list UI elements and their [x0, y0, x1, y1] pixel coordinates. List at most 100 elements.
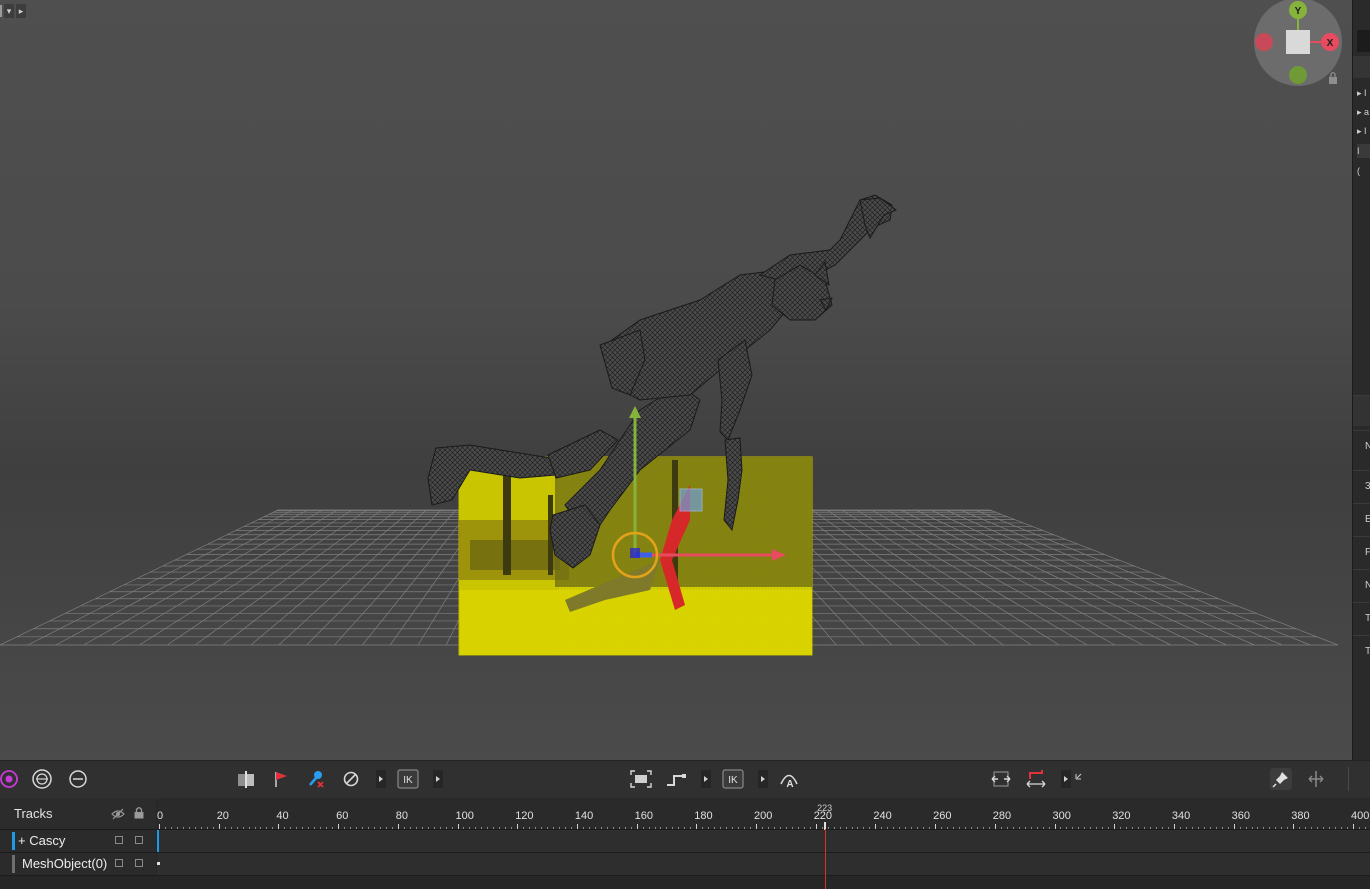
- track-row[interactable]: + Cascy: [0, 830, 156, 853]
- ruler-minor-tick: [708, 827, 710, 829]
- ruler-minor-tick: [887, 827, 889, 829]
- ruler-minor-tick: [618, 827, 620, 829]
- ruler-tick-label: 400: [1351, 810, 1370, 822]
- keyframe[interactable]: [157, 862, 160, 865]
- playhead-line: [824, 829, 826, 889]
- ruler-minor-tick: [666, 827, 668, 829]
- panel-field[interactable]: E: [1353, 503, 1370, 535]
- viewport-menu[interactable]: ▾ ▸: [0, 2, 26, 20]
- chevron-down-icon[interactable]: ▾: [4, 4, 14, 18]
- ruler-minor-tick: [1084, 827, 1086, 829]
- panel-field[interactable]: T: [1353, 602, 1370, 634]
- ruler-minor-tick: [266, 827, 268, 829]
- ruler-minor-tick: [923, 827, 925, 829]
- ik-mode-icon[interactable]: IK: [722, 768, 744, 790]
- track-label[interactable]: MeshObject(0): [22, 856, 107, 871]
- ruler-minor-tick: [1132, 827, 1134, 829]
- ruler-minor-tick: [958, 827, 960, 829]
- ruler-minor-tick: [863, 827, 865, 829]
- ruler-major-tick: [935, 824, 937, 829]
- timeline-ruler[interactable]: 0 20 40 60 80 100 120 140 160 180 200 220 240 260 280 3…: [157, 798, 1370, 830]
- ruler-minor-tick: [1311, 827, 1313, 829]
- ruler-minor-tick: [409, 827, 411, 829]
- ruler-minor-tick: [1287, 827, 1289, 829]
- panel-field[interactable]: 3: [1353, 470, 1370, 502]
- frame-selection-icon[interactable]: [630, 768, 652, 790]
- ruler-minor-tick: [499, 827, 501, 829]
- view-cube[interactable]: [1286, 30, 1310, 54]
- track-label[interactable]: + Cascy: [18, 833, 65, 848]
- chevron-right-icon[interactable]: ▸: [16, 4, 26, 18]
- rotate-view-icon[interactable]: [67, 768, 89, 790]
- key-remove-icon[interactable]: [305, 768, 327, 790]
- auto-key-icon[interactable]: A: [778, 768, 800, 790]
- track-row[interactable]: MeshObject(0): [0, 853, 156, 876]
- chevron-right-icon[interactable]: [376, 770, 386, 788]
- ruler-minor-tick: [445, 827, 447, 829]
- track-lock-checkbox[interactable]: [135, 836, 143, 844]
- track-lane[interactable]: [157, 830, 1370, 853]
- ruler-minor-tick: [732, 827, 734, 829]
- lock-icon[interactable]: [1329, 71, 1337, 85]
- ruler-minor-tick: [869, 827, 871, 829]
- orbit-icon[interactable]: [31, 768, 53, 790]
- pose-target-icon[interactable]: [0, 768, 20, 790]
- ruler-minor-tick: [827, 827, 829, 829]
- track-lane[interactable]: [157, 853, 1370, 876]
- ruler-minor-tick: [1251, 827, 1253, 829]
- panel-tree-item[interactable]: (: [1357, 164, 1370, 178]
- ruler-minor-tick: [475, 827, 477, 829]
- panel-search-input[interactable]: [1357, 30, 1370, 52]
- corner-expand-icon[interactable]: [1075, 767, 1083, 780]
- ruler-minor-tick: [170, 827, 172, 829]
- mirror-curve-icon[interactable]: [1025, 768, 1047, 790]
- chevron-right-icon[interactable]: [433, 770, 443, 788]
- panel-tab[interactable]: [1353, 395, 1370, 426]
- neg-y-axis-handle[interactable]: [1289, 66, 1307, 84]
- panel-tree-item[interactable]: ▸ I: [1357, 86, 1370, 100]
- panel-tree-item[interactable]: ▸ I: [1357, 124, 1370, 138]
- panel-tree-item[interactable]: ▸ a: [1357, 105, 1370, 119]
- step-curve-icon[interactable]: [665, 768, 687, 790]
- ruler-minor-tick: [1329, 827, 1331, 829]
- ik-toggle-label: IK: [403, 775, 413, 786]
- 3d-viewport[interactable]: ▾ ▸ Y X: [0, 0, 1352, 760]
- flag-marker-icon[interactable]: [270, 768, 292, 790]
- ruler-minor-tick: [535, 827, 537, 829]
- viewport-menu-marker: [0, 5, 2, 17]
- panel-field[interactable]: F: [1353, 536, 1370, 568]
- ruler-minor-tick: [1191, 827, 1193, 829]
- track-visibility-checkbox[interactable]: [115, 859, 123, 867]
- eye-hidden-icon[interactable]: [111, 807, 125, 825]
- viewport-canvas[interactable]: [0, 0, 1352, 760]
- ruler-minor-tick: [1090, 827, 1092, 829]
- lock-icon[interactable]: [133, 806, 145, 824]
- ruler-minor-tick: [976, 827, 978, 829]
- move-keys-icon[interactable]: [1305, 768, 1327, 790]
- ik-toggle-icon[interactable]: IK: [397, 768, 419, 790]
- ruler-minor-tick: [1364, 827, 1366, 829]
- ruler-minor-tick: [881, 827, 883, 829]
- ruler-minor-tick: [260, 827, 262, 829]
- panel-tree-item-selected[interactable]: I: [1357, 144, 1370, 158]
- chevron-right-icon[interactable]: [758, 770, 768, 788]
- panel-field[interactable]: T: [1353, 635, 1370, 667]
- orientation-gizmo[interactable]: Y X: [1248, 0, 1352, 92]
- ruler-minor-tick: [738, 827, 740, 829]
- ruler-minor-tick: [964, 827, 966, 829]
- panel-field[interactable]: N: [1353, 430, 1370, 462]
- ruler-minor-tick: [612, 827, 614, 829]
- pin-icon[interactable]: [1270, 768, 1292, 790]
- chevron-right-icon[interactable]: [1061, 770, 1071, 788]
- ruler-minor-tick: [988, 827, 990, 829]
- current-frame-label: 223: [817, 803, 833, 813]
- track-lock-checkbox[interactable]: [135, 859, 143, 867]
- track-visibility-checkbox[interactable]: [115, 836, 123, 844]
- panel-field[interactable]: N: [1353, 569, 1370, 601]
- fit-range-icon[interactable]: [990, 768, 1012, 790]
- chevron-right-icon[interactable]: [701, 770, 711, 788]
- split-keyframe-icon[interactable]: [235, 768, 257, 790]
- neg-x-axis-handle[interactable]: [1255, 33, 1273, 51]
- disable-icon[interactable]: [340, 768, 362, 790]
- ruler-minor-tick: [385, 827, 387, 829]
